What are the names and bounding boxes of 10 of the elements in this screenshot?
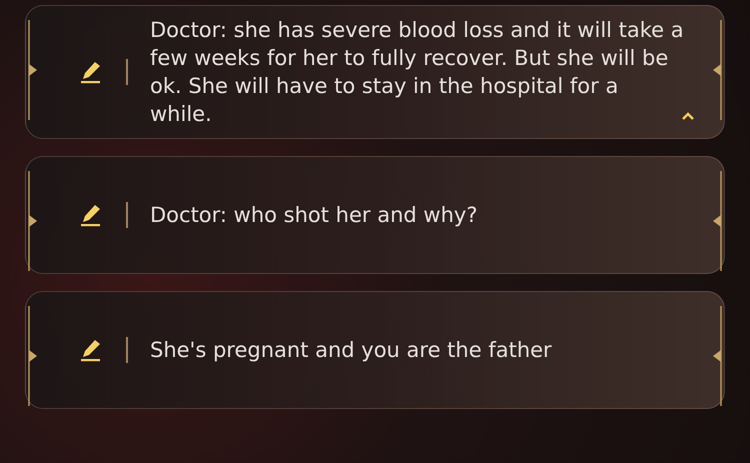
choice-text: Doctor: she has severe blood loss and it will take a few weeks for her to fully recover. But she will be ok. She will have to stay in the hospital for a while. [150,17,684,128]
dialogue-choice[interactable]: Doctor: who shot her and why? [25,156,725,274]
dialogue-choice[interactable]: Doctor: she has severe blood loss and it will take a few weeks for her to fully recover. But she will be ok. She will have to stay in the hospital for a while. [25,5,725,139]
divider-mark [126,337,128,363]
caret-icon[interactable] [682,112,694,120]
choice-text: She's pregnant and you are the father [150,337,553,364]
choice-text: Doctor: who shot her and why? [150,202,478,229]
divider-mark [126,59,128,85]
divider-mark [126,202,128,228]
dialogue-choice[interactable]: She's pregnant and you are the father [25,291,725,409]
